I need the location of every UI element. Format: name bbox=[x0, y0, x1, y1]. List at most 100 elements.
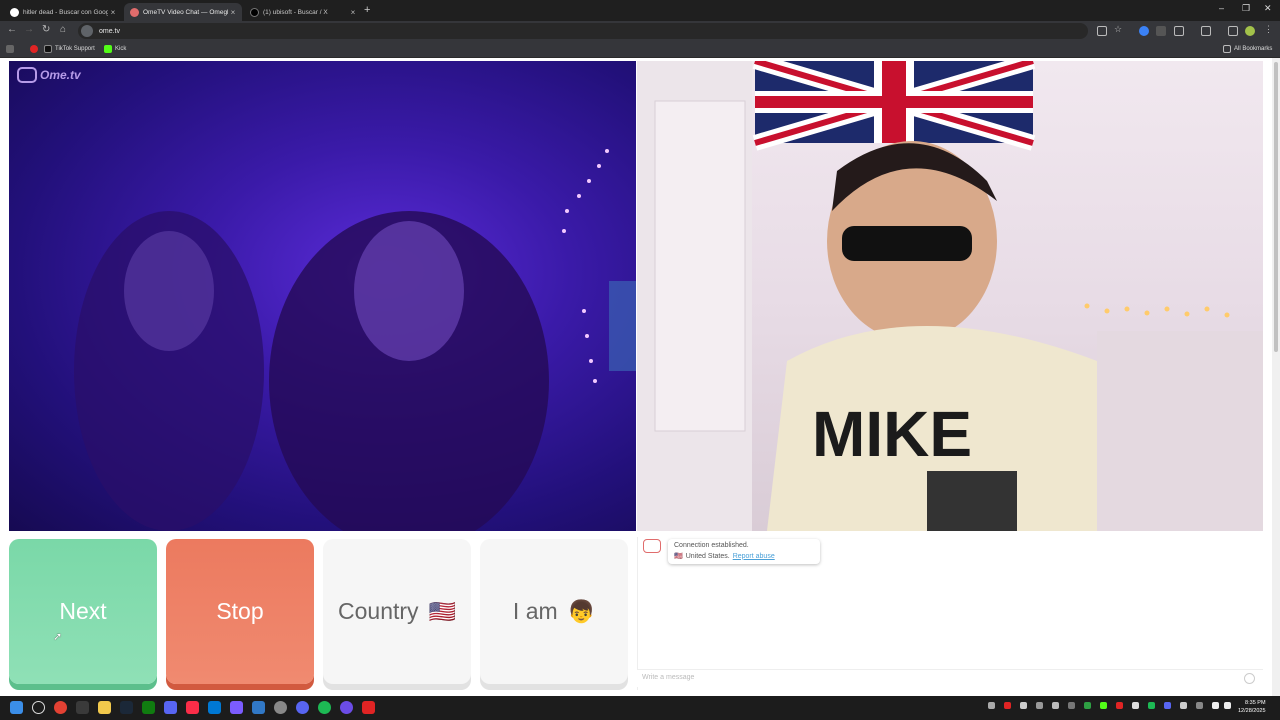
tab-google[interactable]: hitler dead - Buscar con Google × bbox=[4, 3, 122, 21]
vscode-icon[interactable] bbox=[252, 701, 265, 714]
emoji-icon[interactable] bbox=[1244, 673, 1255, 684]
app-icon[interactable] bbox=[340, 701, 353, 714]
report-abuse-link[interactable]: Report abuse bbox=[733, 553, 775, 560]
tray-icon[interactable] bbox=[1004, 702, 1011, 709]
ometv-icon bbox=[130, 7, 139, 17]
tiktok-icon bbox=[44, 45, 52, 53]
tray-icon[interactable] bbox=[1196, 702, 1203, 709]
stop-button[interactable]: Stop bbox=[166, 539, 314, 684]
profile-avatar[interactable] bbox=[1245, 26, 1255, 36]
menu-icon[interactable]: ⋮ bbox=[1264, 24, 1274, 34]
us-flag-icon: 🇺🇸 bbox=[428, 598, 456, 624]
chat-panel: Connection established. 🇺🇸 United States… bbox=[637, 537, 1263, 690]
local-video-feed bbox=[74, 149, 636, 531]
gender-button[interactable]: I am 👦 bbox=[480, 539, 628, 684]
page-content: Ome.tv MIKE Next Stop Country 🇺🇸 I am 👦 … bbox=[0, 58, 1272, 696]
tray-icon[interactable] bbox=[1116, 702, 1123, 709]
app-icon[interactable] bbox=[164, 701, 177, 714]
new-tab-button[interactable]: + bbox=[364, 4, 370, 16]
bookmark-tiktok[interactable]: TikTok Support bbox=[44, 45, 95, 53]
tray-icon[interactable] bbox=[1132, 702, 1139, 709]
home-icon[interactable]: ⌂ bbox=[60, 24, 66, 35]
tv-icon bbox=[17, 67, 37, 83]
apps-icon[interactable] bbox=[6, 45, 17, 53]
system-message: Connection established. 🇺🇸 United States… bbox=[668, 539, 820, 564]
star-icon[interactable]: ☆ bbox=[1114, 24, 1124, 34]
tray-icon[interactable] bbox=[1052, 702, 1059, 709]
gender-label: I am bbox=[512, 598, 558, 624]
x-icon bbox=[250, 7, 259, 17]
tray-icon[interactable] bbox=[1148, 702, 1155, 709]
steam-tray-icon[interactable] bbox=[1180, 702, 1187, 709]
message-input[interactable]: Write a message bbox=[637, 669, 1263, 687]
logo-text: Ome.tv bbox=[40, 68, 81, 82]
country-button[interactable]: Country 🇺🇸 bbox=[323, 539, 471, 684]
back-icon[interactable]: ← bbox=[7, 24, 17, 35]
close-icon[interactable]: × bbox=[348, 8, 358, 17]
close-icon[interactable]: × bbox=[108, 8, 118, 17]
tray-icon[interactable] bbox=[1084, 702, 1091, 709]
discord-icon[interactable] bbox=[296, 701, 309, 714]
tray-icon[interactable] bbox=[1164, 702, 1171, 709]
app-icon[interactable] bbox=[274, 701, 287, 714]
close-icon[interactable]: × bbox=[228, 8, 238, 17]
youtube-icon bbox=[30, 45, 38, 53]
message-text: Connection established. bbox=[674, 542, 749, 549]
minimize-icon[interactable]: – bbox=[1219, 3, 1224, 13]
xbox-icon[interactable] bbox=[142, 701, 155, 714]
tray-icon[interactable] bbox=[1100, 702, 1107, 709]
site-info-icon[interactable] bbox=[81, 25, 93, 37]
ometv-chat-icon bbox=[643, 539, 661, 553]
extension-icon[interactable] bbox=[1156, 26, 1166, 36]
clock-time: 8:35 PM bbox=[1245, 700, 1266, 706]
volume-icon[interactable] bbox=[1224, 702, 1231, 709]
network-icon[interactable] bbox=[1212, 702, 1219, 709]
media-icon[interactable] bbox=[1228, 26, 1238, 36]
tab-strip: hitler dead - Buscar con Google × OmeTV … bbox=[0, 0, 1280, 21]
next-button[interactable]: Next bbox=[9, 539, 157, 684]
tab-x[interactable]: (1) ubisoft - Buscar / X × bbox=[244, 3, 362, 21]
page-scrollbar[interactable] bbox=[1272, 58, 1280, 696]
system-clock[interactable]: 8:35 PM 12/28/2025 bbox=[1238, 699, 1266, 715]
install-icon[interactable] bbox=[1097, 26, 1107, 36]
spotify-icon[interactable] bbox=[318, 701, 331, 714]
country-label: Country bbox=[338, 598, 419, 624]
app-icon[interactable] bbox=[76, 701, 89, 714]
browser-toolbar: ← → ↻ ⌂ ome.tv ☆ ⋮ bbox=[0, 21, 1280, 41]
bookmarks-bar: TikTok Support Kick All Bookmarks bbox=[0, 41, 1280, 58]
bookmark-label: TikTok Support bbox=[55, 46, 95, 52]
music-icon[interactable] bbox=[186, 701, 199, 714]
tab-title: hitler dead - Buscar con Google bbox=[23, 8, 108, 16]
kick-icon bbox=[104, 45, 112, 53]
extensions-icon[interactable] bbox=[1174, 26, 1184, 36]
chrome-icon[interactable] bbox=[54, 701, 67, 714]
scroll-thumb[interactable] bbox=[1274, 62, 1278, 352]
reload-icon[interactable]: ↻ bbox=[42, 24, 50, 35]
tab-title: OmeTV Video Chat — Omegle bbox=[143, 8, 228, 16]
tray-icon[interactable] bbox=[1068, 702, 1075, 709]
tray-icon[interactable] bbox=[1036, 702, 1043, 709]
folder-icon bbox=[1223, 45, 1231, 53]
bookmark-kick[interactable]: Kick bbox=[104, 45, 126, 53]
tray-icon[interactable] bbox=[1020, 702, 1027, 709]
restore-icon[interactable]: ❐ bbox=[1242, 3, 1250, 14]
windows-start-icon[interactable] bbox=[10, 701, 23, 714]
tab-ometv[interactable]: OmeTV Video Chat — Omegle × bbox=[124, 3, 242, 21]
chevron-up-icon[interactable] bbox=[988, 702, 995, 709]
search-icon[interactable] bbox=[32, 701, 45, 714]
all-bookmarks[interactable]: All Bookmarks bbox=[1223, 45, 1272, 53]
youtube-icon[interactable] bbox=[362, 701, 375, 714]
steam-icon[interactable] bbox=[120, 701, 133, 714]
app-icon[interactable] bbox=[208, 701, 221, 714]
bookmark-youtube[interactable] bbox=[30, 45, 41, 53]
address-bar[interactable]: ome.tv bbox=[78, 23, 1088, 39]
game-icon[interactable] bbox=[230, 701, 243, 714]
extension-icon[interactable] bbox=[1139, 26, 1149, 36]
folder-icon[interactable] bbox=[98, 701, 111, 714]
clock-date: 12/28/2025 bbox=[1238, 708, 1266, 714]
window-close-icon[interactable]: ✕ bbox=[1264, 3, 1272, 14]
mouse-cursor-icon: ➚ bbox=[53, 631, 63, 643]
sidepanel-icon[interactable] bbox=[1201, 26, 1211, 36]
forward-icon[interactable]: → bbox=[24, 24, 34, 35]
ometv-logo: Ome.tv bbox=[17, 67, 81, 83]
